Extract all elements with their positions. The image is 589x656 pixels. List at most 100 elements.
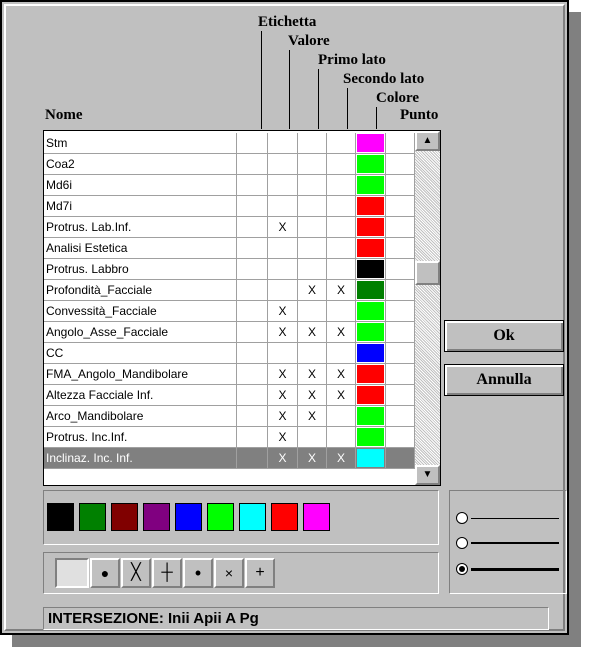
list-row[interactable]: Profondità_Facciale X X [44, 280, 415, 301]
row-primo-lato[interactable] [298, 427, 327, 447]
row-valore[interactable] [268, 280, 298, 300]
row-etichetta[interactable] [237, 448, 268, 468]
row-punto[interactable] [386, 322, 415, 342]
row-etichetta[interactable] [237, 343, 268, 363]
row-punto[interactable] [386, 175, 415, 195]
row-primo-lato[interactable] [298, 217, 327, 237]
list-row[interactable]: Coa2 [44, 154, 415, 175]
row-primo-lato[interactable] [298, 154, 327, 174]
row-colore[interactable] [356, 448, 386, 468]
row-primo-lato[interactable] [298, 196, 327, 216]
row-punto[interactable] [386, 238, 415, 258]
list-row[interactable]: Protrus. Lab.Inf. X [44, 217, 415, 238]
small-plus-icon[interactable]: + [245, 558, 275, 588]
ok-button[interactable]: Ok [444, 320, 564, 352]
arrow-down-icon[interactable]: ▼ [415, 465, 440, 485]
row-primo-lato[interactable] [298, 259, 327, 279]
annulla-button[interactable]: Annulla [444, 364, 564, 396]
row-colore[interactable] [356, 343, 386, 363]
row-secondo-lato[interactable]: X [327, 364, 356, 384]
row-valore[interactable] [268, 259, 298, 279]
list-row[interactable]: Stm [44, 133, 415, 154]
row-secondo-lato[interactable]: X [327, 322, 356, 342]
palette-color-swatch[interactable] [79, 503, 106, 531]
row-colore[interactable] [356, 154, 386, 174]
row-colore[interactable] [356, 280, 386, 300]
line-width-radio[interactable] [456, 537, 468, 549]
row-etichetta[interactable] [237, 280, 268, 300]
row-colore[interactable] [356, 196, 386, 216]
row-secondo-lato[interactable] [327, 217, 356, 237]
row-etichetta[interactable] [237, 364, 268, 384]
row-punto[interactable] [386, 154, 415, 174]
row-valore[interactable] [268, 133, 298, 153]
row-valore[interactable]: X [268, 301, 298, 321]
row-valore[interactable]: X [268, 448, 298, 468]
row-etichetta[interactable] [237, 175, 268, 195]
row-valore[interactable]: X [268, 217, 298, 237]
row-punto[interactable] [386, 133, 415, 153]
row-valore[interactable]: X [268, 406, 298, 426]
row-valore[interactable] [268, 175, 298, 195]
row-punto[interactable] [386, 217, 415, 237]
palette-color-swatch[interactable] [175, 503, 202, 531]
palette-color-swatch[interactable] [207, 503, 234, 531]
row-punto[interactable] [386, 406, 415, 426]
list-row[interactable]: Protrus. Labbro [44, 259, 415, 280]
row-secondo-lato[interactable] [327, 196, 356, 216]
row-secondo-lato[interactable] [327, 259, 356, 279]
list-row[interactable]: CC [44, 343, 415, 364]
row-colore[interactable] [356, 406, 386, 426]
list-row[interactable]: Md7i [44, 196, 415, 217]
row-punto[interactable] [386, 385, 415, 405]
arrow-up-icon[interactable]: ▲ [415, 131, 440, 151]
row-primo-lato[interactable]: X [298, 448, 327, 468]
list-row[interactable]: Arco_Mandibolare X X [44, 406, 415, 427]
row-secondo-lato[interactable] [327, 406, 356, 426]
row-etichetta[interactable] [237, 133, 268, 153]
row-punto[interactable] [386, 196, 415, 216]
small-x-icon[interactable]: × [214, 558, 244, 588]
row-etichetta[interactable] [237, 259, 268, 279]
row-punto[interactable] [386, 259, 415, 279]
row-valore[interactable]: X [268, 427, 298, 447]
row-primo-lato[interactable]: X [298, 406, 327, 426]
palette-color-swatch[interactable] [47, 503, 74, 531]
row-colore[interactable] [356, 217, 386, 237]
row-etichetta[interactable] [237, 154, 268, 174]
row-etichetta[interactable] [237, 196, 268, 216]
row-etichetta[interactable] [237, 427, 268, 447]
row-colore[interactable] [356, 238, 386, 258]
list-row[interactable]: Protrus. Inc.Inf. X [44, 427, 415, 448]
row-primo-lato[interactable] [298, 175, 327, 195]
row-primo-lato[interactable] [298, 133, 327, 153]
row-secondo-lato[interactable] [327, 301, 356, 321]
palette-color-swatch[interactable] [303, 503, 330, 531]
row-valore[interactable] [268, 154, 298, 174]
row-valore[interactable]: X [268, 322, 298, 342]
large-plus-icon[interactable]: ┼ [152, 558, 182, 588]
row-punto[interactable] [386, 448, 415, 468]
row-primo-lato[interactable] [298, 238, 327, 258]
list-row[interactable]: Inclinaz. Inc. Inf. X X X [44, 448, 415, 469]
row-secondo-lato[interactable]: X [327, 385, 356, 405]
row-punto[interactable] [386, 301, 415, 321]
row-secondo-lato[interactable] [327, 238, 356, 258]
row-secondo-lato[interactable] [327, 133, 356, 153]
list-row[interactable]: Analisi Estetica [44, 238, 415, 259]
row-colore[interactable] [356, 259, 386, 279]
row-etichetta[interactable] [237, 301, 268, 321]
row-etichetta[interactable] [237, 217, 268, 237]
row-secondo-lato[interactable]: X [327, 448, 356, 468]
row-primo-lato[interactable] [298, 343, 327, 363]
line-width-radio[interactable] [456, 563, 468, 575]
row-valore[interactable]: X [268, 364, 298, 384]
small-dot-icon[interactable]: • [183, 558, 213, 588]
list-row[interactable]: Altezza Facciale Inf. X X X [44, 385, 415, 406]
palette-color-swatch[interactable] [111, 503, 138, 531]
none-icon[interactable] [55, 558, 89, 588]
row-valore[interactable] [268, 196, 298, 216]
scrollbar-thumb[interactable] [415, 261, 440, 285]
row-colore[interactable] [356, 301, 386, 321]
row-primo-lato[interactable]: X [298, 280, 327, 300]
